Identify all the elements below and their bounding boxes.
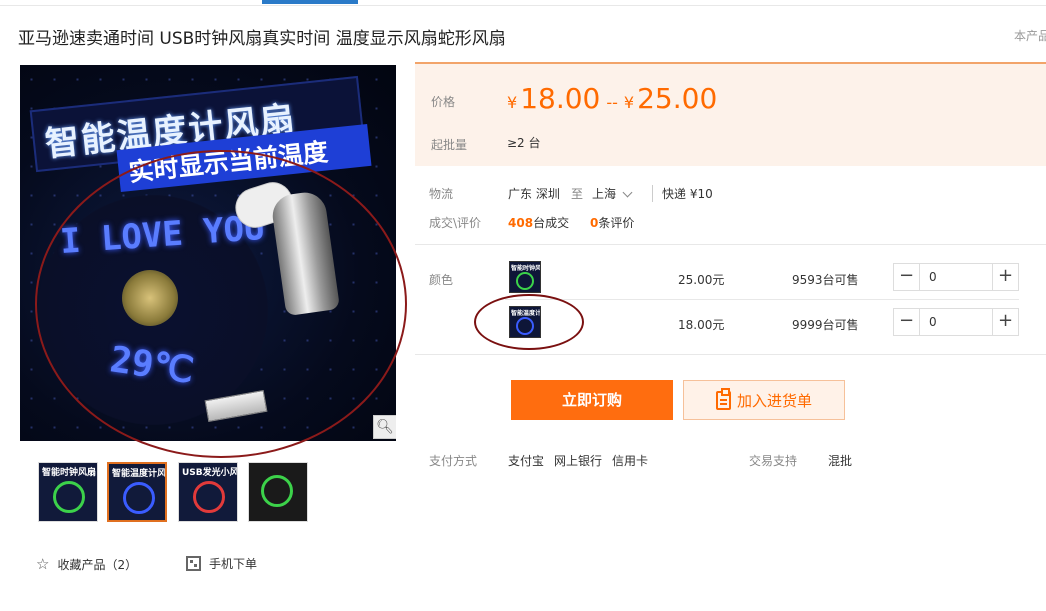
price-max: 25.00 [637, 82, 718, 115]
deals-suffix: 台成交 [533, 216, 570, 230]
thumbnail-1[interactable]: 智能时钟风扇 [38, 462, 98, 522]
trade-support-value: 混批 [828, 454, 853, 468]
clipboard-icon [715, 387, 731, 410]
deals-count: 408 [508, 216, 534, 230]
price-range: ¥ 18.00 -- ¥ 25.00 [507, 82, 717, 115]
payment-method: 支付宝 [508, 454, 545, 468]
product-title: 亚马逊速卖通时间 USB时钟风扇真实时间 温度显示风扇蛇形风扇 [18, 29, 506, 49]
logistics-label: 物流 [429, 187, 454, 201]
increase-button[interactable]: + [992, 309, 1018, 335]
thumbnail-fan-ring [53, 481, 85, 513]
mobile-order-label: 手机下单 [209, 557, 258, 571]
increase-button[interactable]: + [992, 264, 1018, 290]
thumbnail-fan-ring [123, 482, 155, 514]
payment-method: 信用卡 [612, 454, 649, 468]
payment-method: 网上银行 [554, 454, 603, 468]
annotation-circle-sku [474, 294, 584, 350]
quantity-stepper: − 0 + [893, 308, 1019, 336]
add-to-list-label: 加入进货单 [736, 391, 812, 410]
payment-label: 支付方式 [429, 454, 478, 468]
sku-row-divider [505, 299, 1019, 300]
thumbnail-caption: 智能温度计风扇 [112, 469, 167, 479]
section-divider [415, 354, 1046, 355]
trade-support-label: 交易支持 [749, 454, 798, 468]
thumbnail-4[interactable] [248, 462, 308, 522]
moq-label: 起批量 [431, 138, 468, 152]
favorite-button[interactable]: ☆ 收藏产品（2） [36, 555, 137, 573]
currency-symbol: ¥ [623, 93, 635, 112]
logistics-to-word: 至 [571, 187, 584, 201]
logistics-from: 广东 深圳 [508, 187, 560, 201]
deals-summary[interactable]: 408台成交 [508, 214, 569, 231]
thumbnail-caption: USB发光小风扇 [182, 468, 238, 478]
active-tab-indicator [262, 0, 358, 4]
sku-stock: 9999台可售 [792, 318, 859, 332]
add-to-list-button[interactable]: 加入进货单 [683, 380, 845, 420]
thumbnail-2[interactable]: 智能温度计风扇 [107, 462, 167, 522]
star-icon: ☆ [36, 555, 50, 573]
quantity-input[interactable]: 0 [929, 270, 937, 284]
chevron-down-icon [622, 187, 633, 197]
decrease-button[interactable]: − [894, 264, 920, 290]
trade-label: 成交\评价 [429, 216, 482, 230]
quantity-stepper: − 0 + [893, 263, 1019, 291]
top-nav-strip [0, 0, 1046, 6]
mobile-order-button[interactable]: 手机下单 [186, 555, 257, 572]
favorite-label: 收藏产品（2） [57, 557, 138, 572]
price-label: 价格 [431, 95, 456, 109]
decrease-button[interactable]: − [894, 309, 920, 335]
sku-price: 25.00元 [678, 273, 725, 287]
destination-value: 上海 [592, 187, 617, 201]
currency-symbol: ¥ [507, 93, 518, 112]
sku-price: 18.00元 [678, 318, 725, 332]
thumbnail-caption: 智能时钟风扇 [42, 468, 97, 478]
buy-now-button[interactable]: 立即订购 [511, 380, 673, 420]
section-divider [415, 244, 1046, 245]
price-panel: 价格 ¥ 18.00 -- ¥ 25.00 起批量 ≥2 台 [415, 62, 1046, 166]
fan-hub [122, 270, 178, 326]
reviews-summary[interactable]: 0条评价 [590, 214, 634, 231]
qr-code-icon [186, 556, 201, 571]
price-min: 18.00 [520, 82, 601, 115]
sku-fan-ring [516, 272, 534, 290]
main-product-image[interactable]: 智能温度计风扇 实时显示当前温度 I LOVE YOU 29℃ 🔍︎ [20, 65, 396, 441]
quantity-input[interactable]: 0 [929, 315, 937, 329]
magnifier-icon[interactable]: 🔍︎ [373, 415, 396, 439]
moq-value: ≥2 台 [507, 136, 541, 150]
price-separator: -- [606, 93, 618, 112]
sku-thumbnail-caption: 智能时钟风扇 [511, 265, 541, 272]
color-label: 颜色 [429, 273, 454, 287]
sku-stock: 9593台可售 [792, 273, 859, 287]
thumbnail-3[interactable]: USB发光小风扇 [178, 462, 238, 522]
shipping-fee: 快递 ¥10 [652, 185, 713, 202]
thumbnail-fan-ring [261, 475, 293, 507]
sku-thumbnail-1[interactable]: 智能时钟风扇 [509, 261, 541, 293]
reviews-suffix: 条评价 [598, 216, 635, 230]
thumbnail-fan-ring [193, 481, 225, 513]
side-link[interactable]: 本产品 [1014, 27, 1046, 44]
destination-select[interactable]: 上海 [592, 185, 637, 202]
